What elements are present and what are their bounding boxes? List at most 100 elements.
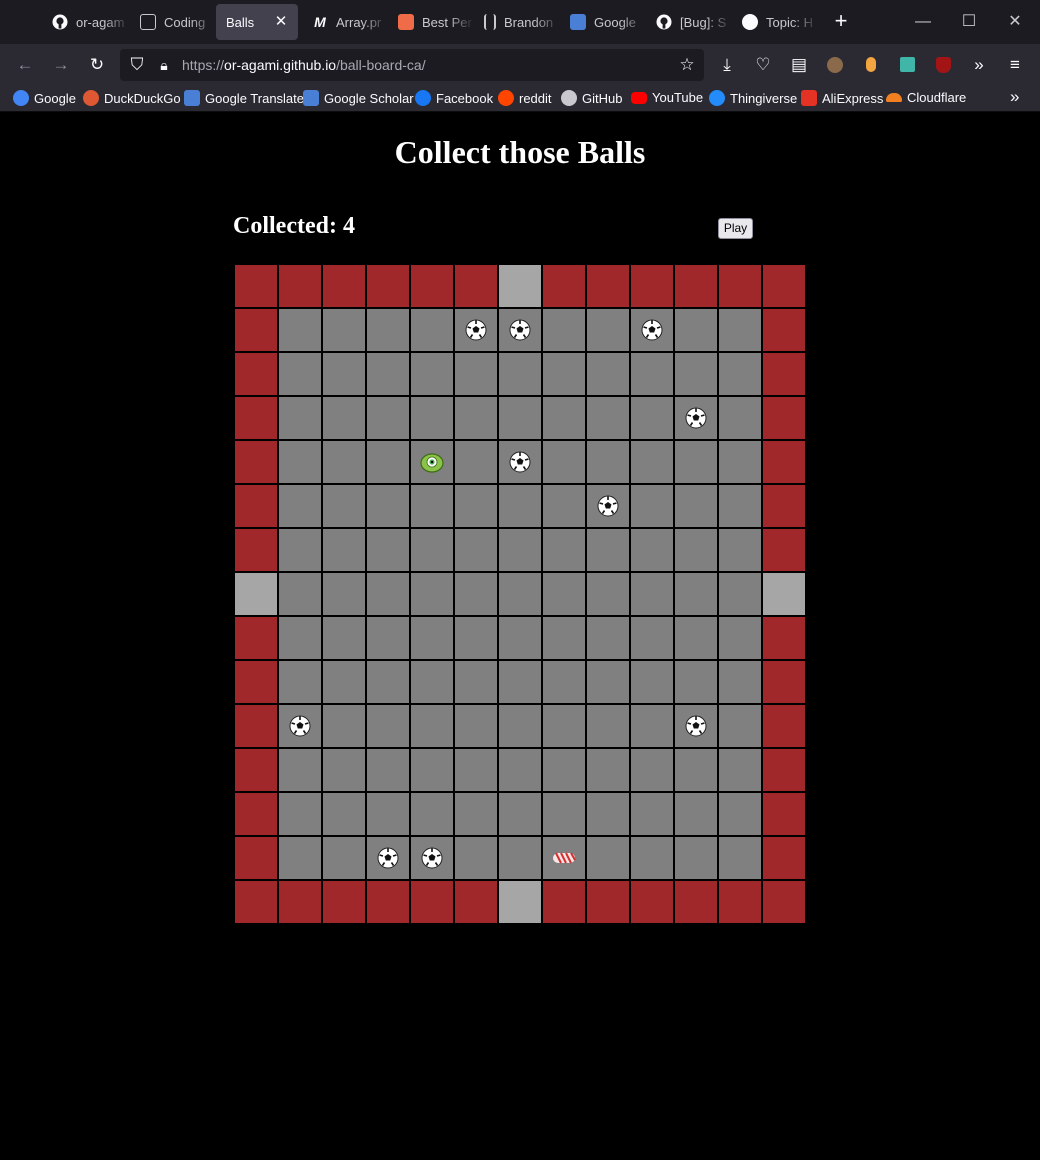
google-scholar-icon: [303, 90, 319, 106]
board-cell-floor: [719, 705, 761, 747]
save-extension-icon[interactable]: [896, 54, 918, 76]
board-cell-wall: [455, 265, 497, 307]
minimize-button[interactable]: —: [910, 8, 936, 36]
soccer-ball-icon: [685, 407, 707, 429]
bookmark-cloudflare[interactable]: Cloudflare: [886, 90, 966, 105]
ublock-icon[interactable]: [932, 54, 954, 76]
maximize-button[interactable]: ☐: [956, 8, 982, 36]
tab-balls-active[interactable]: Balls ✕: [216, 4, 298, 40]
board-cell-floor: [455, 309, 497, 351]
board-cell-floor: [279, 441, 321, 483]
board-cell-floor: [455, 397, 497, 439]
soccer-ball-icon: [641, 319, 663, 341]
board-cell-wall: [235, 353, 277, 395]
bookmark-label: Thingiverse: [730, 90, 798, 106]
board-cell-floor: [675, 309, 717, 351]
board-cell-wall: [763, 661, 805, 703]
menu-icon[interactable]: ≡: [1004, 54, 1026, 76]
bookmark-thingiverse[interactable]: Thingiverse: [709, 90, 797, 106]
board-cell-wall: [235, 881, 277, 923]
board-cell-floor: [411, 837, 453, 879]
bookmark-google[interactable]: Google: [13, 90, 76, 106]
board-cell-wall: [763, 353, 805, 395]
board-cell-floor: [587, 749, 629, 791]
board-cell-floor: [411, 661, 453, 703]
board-cell-floor: [631, 617, 673, 659]
back-icon[interactable]: ←: [14, 54, 36, 76]
downloads-icon[interactable]: ⤓: [716, 54, 738, 76]
tab-google[interactable]: Google: [560, 4, 646, 40]
tab-topic[interactable]: Topic: H: [732, 4, 818, 40]
shield-icon[interactable]: ⛉: [126, 54, 148, 76]
board-cell-floor: [411, 353, 453, 395]
bookmark-label: Google Translate: [205, 90, 305, 106]
bookmark-google-translate[interactable]: Google Translate: [184, 90, 304, 106]
board-cell-floor: [323, 661, 365, 703]
bookmark-star-icon[interactable]: ☆: [676, 54, 698, 76]
bookmark-youtube[interactable]: YouTube: [631, 90, 703, 105]
github-icon: [656, 14, 672, 30]
board-cell-floor: [675, 441, 717, 483]
board-cell-floor: [279, 309, 321, 351]
play-button[interactable]: Play: [718, 218, 753, 239]
board-cell-floor: [675, 397, 717, 439]
tab-or-agami[interactable]: or-agam: [42, 4, 130, 40]
board-cell-floor: [499, 573, 541, 615]
tab-bug[interactable]: [Bug]: S: [646, 4, 732, 40]
bookmark-duckduckgo[interactable]: DuckDuckGo: [83, 90, 181, 106]
board-cell-floor: [367, 837, 409, 879]
more-bookmarks-icon[interactable]: »: [1010, 87, 1019, 107]
board-cell-floor: [587, 485, 629, 527]
google-icon: [13, 90, 29, 106]
new-tab-button[interactable]: +: [829, 10, 853, 34]
bookmark-label: AliExpress: [822, 90, 884, 106]
hackerrank-icon: [398, 14, 414, 30]
board-cell-floor: [543, 749, 585, 791]
bookmark-google-scholar[interactable]: Google Scholar: [303, 90, 414, 106]
board-cell-floor: [631, 529, 673, 571]
tab-array[interactable]: M Array.pr: [302, 4, 388, 40]
board-cell-floor: [455, 485, 497, 527]
tab-brandon[interactable]: Brandon: [474, 4, 560, 40]
tab-best-per[interactable]: Best Per: [388, 4, 474, 40]
board-cell-floor: [455, 617, 497, 659]
url-bar[interactable]: ⛉ 🔒︎ https://or-agami.github.io/ball-boa…: [120, 49, 704, 81]
board-cell-floor: [367, 397, 409, 439]
board-cell-floor: [543, 353, 585, 395]
board-cell-floor: [499, 441, 541, 483]
forward-icon[interactable]: →: [50, 54, 72, 76]
tab-coding[interactable]: Coding: [130, 4, 216, 40]
lock-icon[interactable]: 🔒︎: [153, 54, 175, 76]
pocket-icon[interactable]: ♡: [752, 54, 774, 76]
url-text[interactable]: https://or-agami.github.io/ball-board-ca…: [182, 57, 426, 73]
bookmark-label: GitHub: [582, 90, 623, 106]
board-cell-wall: [763, 309, 805, 351]
reader-view-icon[interactable]: ▤: [788, 54, 810, 76]
tab-close-icon[interactable]: ✕: [272, 13, 290, 31]
board-cell-floor: [543, 573, 585, 615]
close-window-button[interactable]: ✕: [1002, 8, 1028, 36]
board-cell-floor: [455, 837, 497, 879]
board-cell-floor: [675, 353, 717, 395]
board-cell-wall: [719, 881, 761, 923]
youtube-icon: [631, 91, 647, 104]
bookmark-facebook[interactable]: Facebook: [415, 90, 493, 106]
bookmark-github[interactable]: GitHub: [561, 90, 622, 106]
google-translate-icon: [570, 14, 586, 30]
tab-strip: or-agam Coding Balls ✕ M Array.pr Best P…: [0, 0, 1040, 44]
board-cell-floor: [587, 529, 629, 571]
board-cell-floor: [323, 309, 365, 351]
board-cell-floor: [543, 529, 585, 571]
more-tools-icon[interactable]: »: [968, 54, 990, 76]
bookmark-aliexpress[interactable]: AliExpress: [801, 90, 883, 106]
account-avatar-icon[interactable]: [824, 54, 846, 76]
board-cell-wall: [675, 265, 717, 307]
board-cell-wall: [763, 529, 805, 571]
reload-icon[interactable]: ↻: [86, 54, 108, 76]
board-cell-floor: [675, 573, 717, 615]
extension-icon[interactable]: [860, 54, 882, 76]
bookmark-reddit[interactable]: reddit: [498, 90, 552, 106]
collected-counter: Collected: 4: [233, 213, 355, 239]
soccer-ball-icon: [377, 847, 399, 869]
board-cell-floor: [279, 661, 321, 703]
